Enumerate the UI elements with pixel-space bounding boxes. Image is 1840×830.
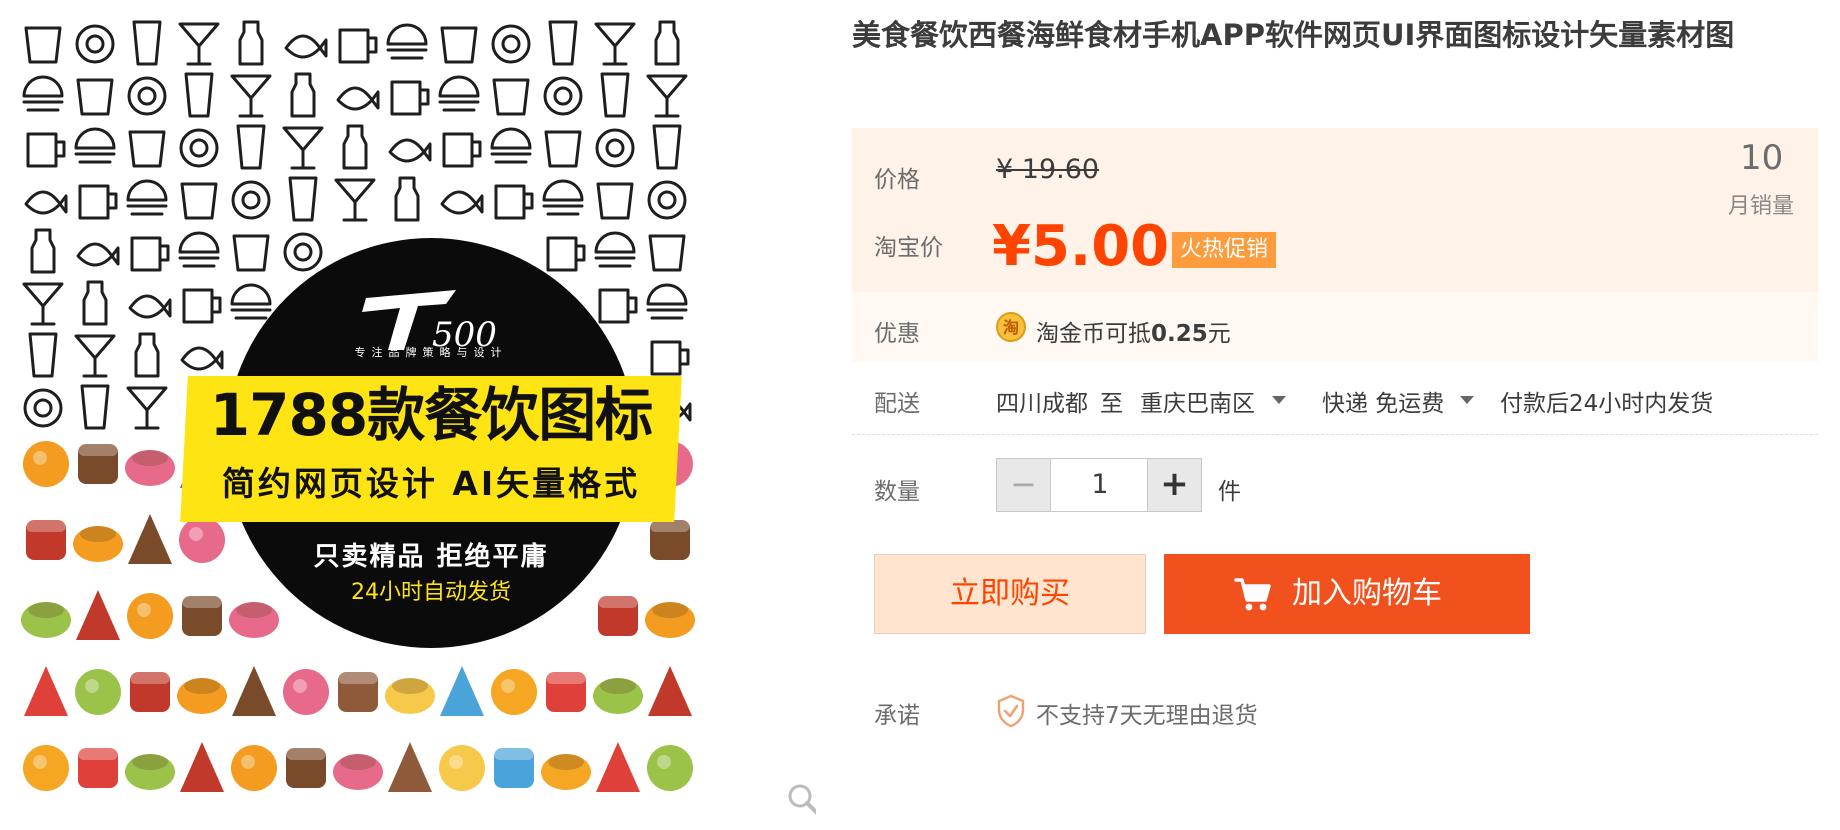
original-price: ¥ 19.60	[996, 154, 1100, 185]
buy-now-button[interactable]: 立即购买	[874, 554, 1146, 634]
image-shipping-note: 24小时自动发货	[351, 580, 511, 605]
shipping-destination-select[interactable]: 重庆巴南区	[1140, 384, 1255, 418]
brand-tagline: 专注品牌策略与设计	[354, 346, 508, 359]
coupon-text: 淘金币可抵0.25元	[1036, 314, 1231, 348]
promise-text: 不支持7天无理由退货	[1036, 703, 1258, 729]
product-main-image[interactable]: 500 专注品牌策略与设计 1788款餐饮图标 简约网页设计 AI矢量格式 只卖…	[16, 14, 816, 816]
shipping-label: 配送	[874, 391, 920, 417]
shield-check-icon	[997, 694, 1025, 728]
promise-label: 承诺	[874, 703, 920, 729]
promo-tag-badge: 火热促销	[1172, 232, 1277, 268]
search-zoom-icon[interactable]	[786, 782, 816, 816]
quantity-decrease-button[interactable]: −	[997, 459, 1051, 511]
price-label: 价格	[874, 167, 920, 193]
shipping-to-word: 至	[1100, 391, 1123, 417]
monthly-sales-count: 10	[1740, 138, 1784, 178]
section-divider	[852, 434, 1818, 435]
quantity-label: 数量	[874, 479, 920, 505]
shopping-cart-icon	[1234, 578, 1271, 611]
quantity-increase-button[interactable]: +	[1147, 459, 1201, 511]
shipping-method-select[interactable]: 快递 免运费	[1322, 384, 1444, 418]
coupon-label: 优惠	[874, 321, 920, 347]
quantity-stepper: − 1 +	[996, 458, 1202, 512]
image-slogan: 只卖精品 拒绝平庸	[313, 542, 549, 572]
monthly-sales-label: 月销量	[1728, 194, 1795, 219]
dispatch-time: 付款后24小时内发货	[1500, 391, 1714, 417]
add-to-cart-label: 加入购物车	[1292, 576, 1442, 611]
shipping-origin: 四川成都	[996, 391, 1088, 417]
add-to-cart-button[interactable]: 加入购物车	[1164, 554, 1530, 634]
image-headline: 1788款餐饮图标	[209, 381, 653, 449]
coin-glyph: 淘	[1003, 318, 1019, 337]
gold-coin-icon: 淘	[996, 312, 1026, 342]
quantity-input[interactable]: 1	[1051, 459, 1149, 511]
coupon-text-prefix: 淘金币可抵	[1036, 321, 1151, 347]
coupon-unit: 元	[1207, 321, 1231, 347]
product-title: 美食餐饮西餐海鲜食材手机APP软件网页UI界面图标设计矢量素材图	[852, 18, 1735, 52]
caret-down-icon[interactable]	[1460, 396, 1474, 404]
coupon-amount: 0.25	[1151, 321, 1208, 347]
image-subheadline: 简约网页设计 AI矢量格式	[221, 464, 641, 503]
caret-down-icon[interactable]	[1272, 396, 1286, 404]
promo-price: ¥5.00	[992, 214, 1170, 279]
quantity-unit: 件	[1218, 479, 1241, 505]
promo-price-label: 淘宝价	[874, 235, 943, 261]
